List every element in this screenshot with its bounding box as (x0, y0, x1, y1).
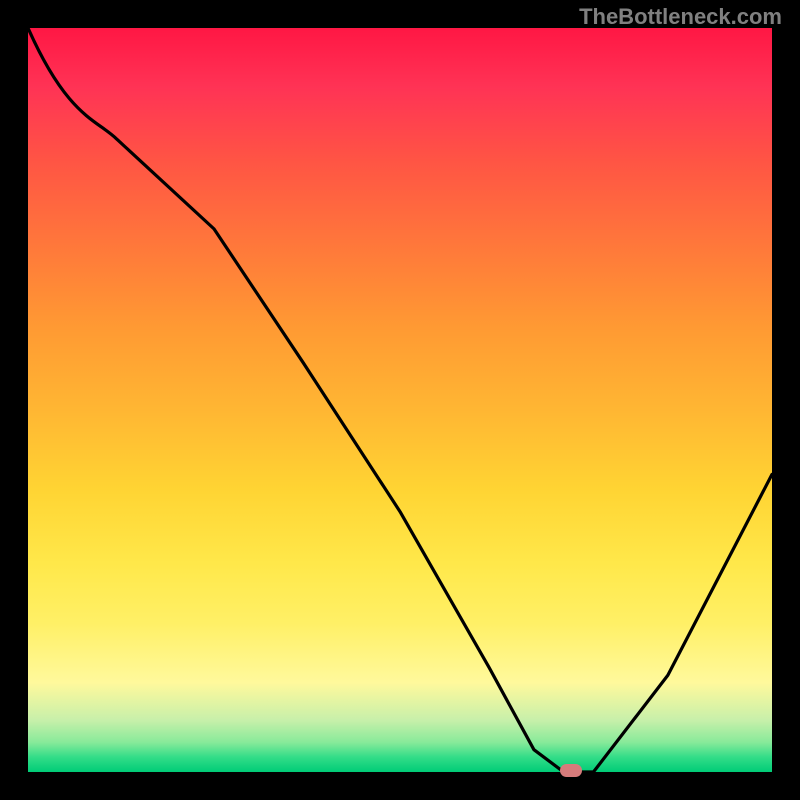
watermark-text: TheBottleneck.com (579, 4, 782, 30)
optimal-marker (560, 764, 582, 777)
bottleneck-curve (28, 28, 772, 772)
chart-container: TheBottleneck.com (0, 0, 800, 800)
